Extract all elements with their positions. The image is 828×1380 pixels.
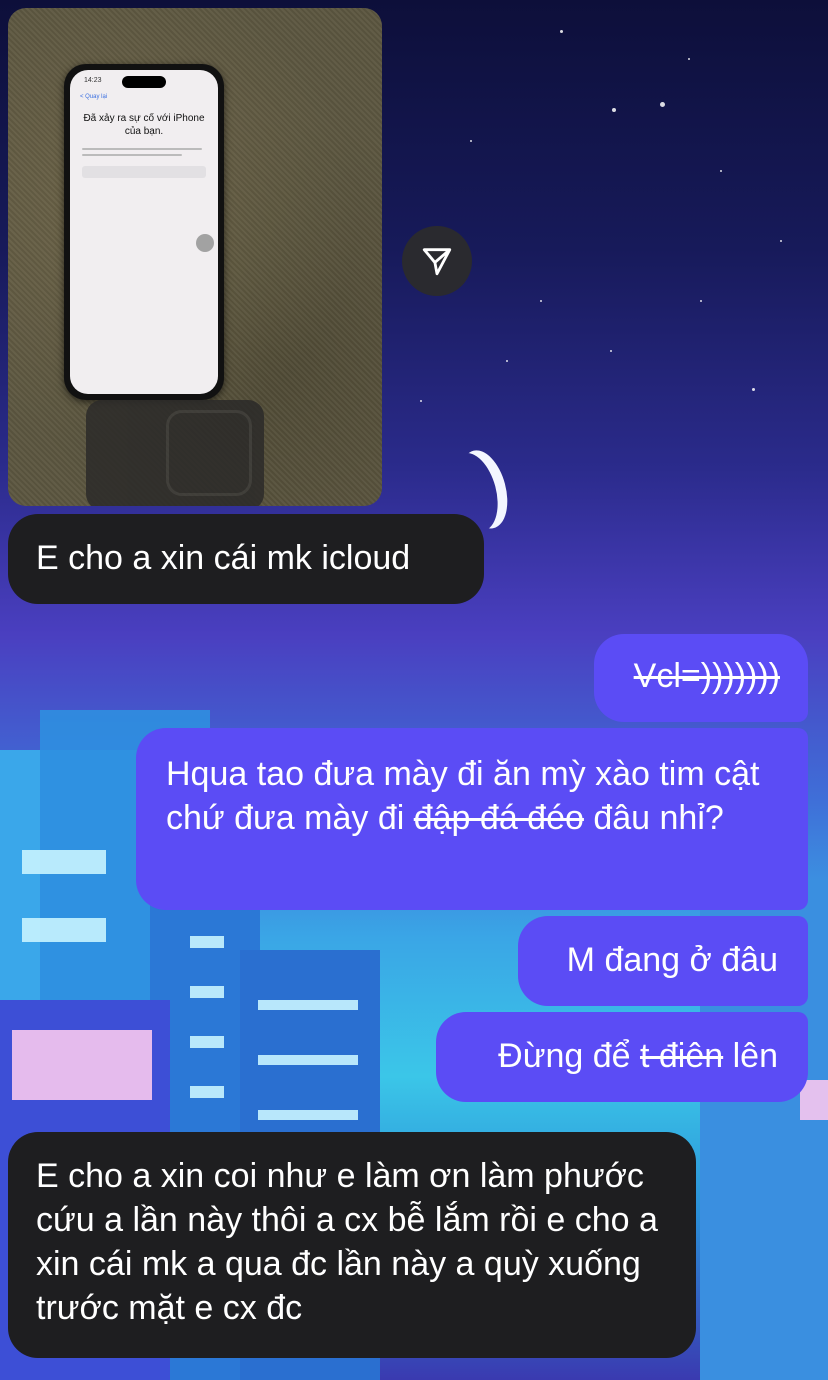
send-paper-plane-icon — [422, 248, 452, 276]
message-text-struck: Vcl=))))))) — [633, 657, 780, 695]
message-text-struck: đập đá đéo — [413, 799, 584, 837]
message-text: Đừng để — [498, 1037, 640, 1075]
case-camera-cutout — [166, 410, 252, 496]
message-sent[interactable]: Vcl=))))))) — [594, 634, 808, 722]
message-text: đâu nhỉ? — [583, 799, 724, 837]
phone-error-title: Đã xảy ra sự cố với iPhone của bạn. — [83, 113, 205, 137]
message-sent[interactable]: Đừng để t điên lên — [436, 1012, 808, 1102]
phone-text-line — [82, 154, 182, 156]
phone-option-row — [82, 166, 206, 178]
message-received[interactable]: E cho a xin cái mk icloud — [8, 514, 484, 604]
assistive-touch-icon — [196, 234, 214, 252]
message-sent[interactable]: M đang ở đâu — [518, 916, 808, 1006]
phone-case — [86, 400, 264, 506]
phone-time: 14:23 — [84, 77, 102, 84]
message-text-struck: t điên — [639, 1037, 724, 1075]
message-sent[interactable]: Hqua tao đưa mày đi ăn mỳ xào tim cật ch… — [136, 728, 808, 910]
photographed-iphone: 14:23 < Quay lại Đã xảy ra sự cố với iPh… — [64, 64, 224, 400]
iphone-screen: 14:23 < Quay lại Đã xảy ra sự cố với iPh… — [70, 70, 218, 394]
phone-text-line — [82, 148, 202, 150]
message-text: M đang ở đâu — [566, 941, 778, 979]
photo-message[interactable]: 14:23 < Quay lại Đã xảy ra sự cố với iPh… — [8, 8, 382, 506]
share-button[interactable] — [402, 226, 472, 296]
message-text: E cho a xin cái mk icloud — [36, 539, 411, 577]
phone-back-link: < Quay lại — [80, 94, 108, 100]
dynamic-island — [122, 76, 166, 88]
message-received[interactable]: E cho a xin coi như e làm ơn làm phước c… — [8, 1132, 696, 1358]
message-text: E cho a xin coi như e làm ơn làm phước c… — [36, 1157, 658, 1327]
message-text: lên — [723, 1037, 778, 1075]
